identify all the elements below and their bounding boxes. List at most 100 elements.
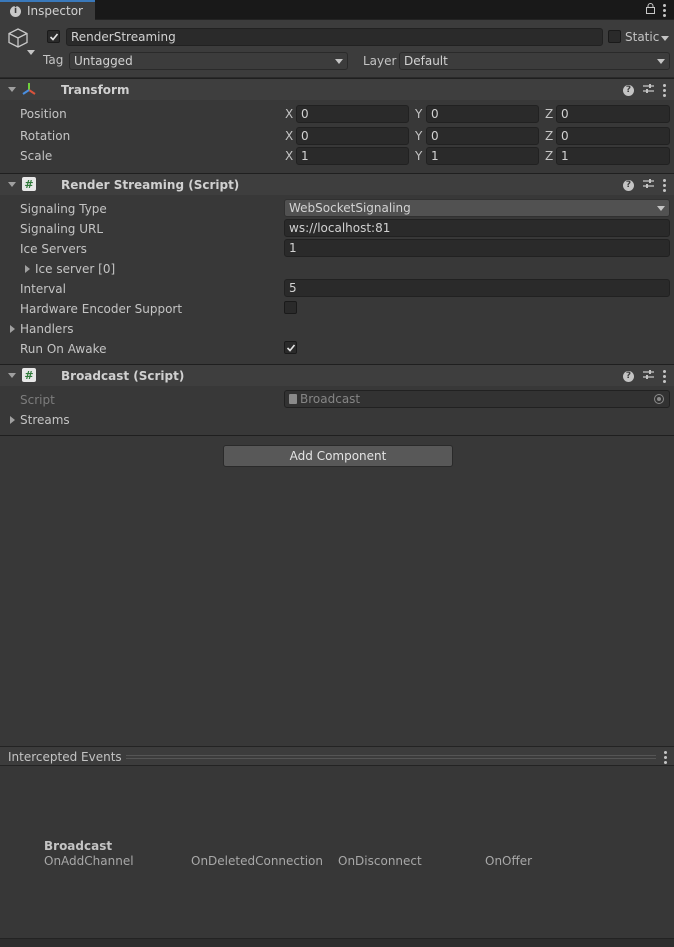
intercepted-events-body: Broadcast OnAddChannel OnDeletedConnecti… [0,766,674,938]
hw-encoder-label: Hardware Encoder Support [20,302,183,316]
script-icon: # [22,368,36,382]
foldout-arrow-icon[interactable] [8,182,16,187]
rotation-label: Rotation [20,129,71,143]
object-header: RenderStreaming Static Tag Untagged Laye… [0,20,674,78]
chevron-down-icon [657,58,665,64]
handlers-label[interactable]: Handlers [20,322,74,336]
object-name-field[interactable]: RenderStreaming [66,28,603,46]
help-icon[interactable]: ? [623,370,634,382]
static-dropdown-caret[interactable] [661,36,669,41]
layer-label: Layer [363,54,397,68]
ice-servers-label[interactable]: Ice Servers [20,242,87,256]
tag-dropdown[interactable]: Untagged [69,52,348,70]
intercepted-events-header: Intercepted Events [0,746,674,766]
layer-dropdown[interactable]: Default [399,52,670,70]
event-item: OnDisconnect [338,854,422,868]
position-y-axis[interactable]: Y [415,107,422,121]
position-label: Position [20,107,67,121]
signaling-type-dropdown[interactable]: WebSocketSignaling [284,199,670,217]
foldout-arrow-icon[interactable] [8,373,16,378]
scale-x-field[interactable]: 1 [296,147,409,165]
component-menu-icon[interactable] [663,369,666,383]
streams-label[interactable]: Streams [20,413,70,427]
foldout-arrow-icon[interactable] [10,325,15,333]
position-x-field[interactable]: 0 [296,105,409,123]
broadcast-body: Script Broadcast Streams [0,386,674,435]
icon-dropdown-caret[interactable] [27,50,35,55]
events-group-name: Broadcast [44,839,113,853]
tab-inspector[interactable]: i Inspector [0,0,95,20]
scale-x-axis[interactable]: X [285,149,293,163]
rotation-z-axis[interactable]: Z [545,129,553,143]
interval-field[interactable]: 5 [284,279,670,297]
presets-icon[interactable] [643,369,654,383]
tab-bar: i Inspector [0,0,674,20]
script-icon: # [22,177,36,191]
render-streaming-title: Render Streaming (Script) [61,178,240,192]
presets-icon[interactable] [643,178,654,192]
info-icon: i [10,5,21,17]
add-component-button[interactable]: Add Component [223,445,453,467]
render-streaming-body: Signaling Type WebSocketSignaling Signal… [0,195,674,364]
foldout-arrow-icon[interactable] [8,87,16,92]
position-z-axis[interactable]: Z [545,107,553,121]
scale-z-field[interactable]: 1 [556,147,670,165]
broadcast-title: Broadcast (Script) [61,369,185,383]
script-object-field[interactable]: Broadcast [284,390,670,408]
position-z-field[interactable]: 0 [556,105,670,123]
tab-label: Inspector [27,4,83,18]
render-streaming-header[interactable]: # Render Streaming (Script) ? [0,173,674,195]
signaling-url-field[interactable]: ws://localhost:81 [284,219,670,237]
component-menu-icon[interactable] [663,178,666,192]
event-item: OnAddChannel [44,854,134,868]
bottom-bar [0,938,674,947]
rotation-x-axis[interactable]: X [285,129,293,143]
gameobject-icon[interactable] [7,27,29,52]
foldout-arrow-icon[interactable] [25,265,30,273]
tag-label: Tag [43,53,64,67]
position-x-axis[interactable]: X [285,107,293,121]
script-object-value: Broadcast [300,392,361,406]
tab-menu-icon[interactable] [663,4,666,17]
event-item: OnDeletedConnection [191,854,323,868]
ice-server-item-label[interactable]: Ice server [0] [35,262,115,276]
broadcast-header[interactable]: # Broadcast (Script) ? [0,364,674,386]
foldout-arrow-icon[interactable] [10,416,15,424]
rotation-x-field[interactable]: 0 [296,127,409,145]
tag-value: Untagged [74,54,133,68]
presets-icon[interactable] [643,83,654,97]
help-icon[interactable]: ? [623,84,634,96]
signaling-url-label: Signaling URL [20,222,104,236]
run-on-awake-checkbox[interactable] [284,341,297,354]
run-on-awake-label: Run On Awake [20,342,107,356]
scale-z-axis[interactable]: Z [545,149,553,163]
render-streaming-controls: ? [623,178,666,192]
help-icon[interactable]: ? [623,179,634,191]
script-file-icon [289,394,297,404]
layer-value: Default [404,54,448,68]
lock-icon[interactable] [646,3,655,17]
active-checkbox[interactable] [47,30,60,43]
scale-label: Scale [20,149,53,163]
position-y-field[interactable]: 0 [426,105,539,123]
interval-label: Interval [20,282,66,296]
transform-body: Position X 0 Y 0 Z 0 Rotation X 0 Y 0 Z … [0,100,674,174]
transform-title: Transform [61,83,130,97]
scale-y-field[interactable]: 1 [426,147,539,165]
ice-servers-count-field[interactable]: 1 [284,239,670,257]
rotation-z-field[interactable]: 0 [556,127,670,145]
static-label[interactable]: Static [625,30,659,44]
header-grip [126,755,656,759]
events-menu-icon[interactable] [664,751,667,764]
components-divider [0,435,674,436]
hw-encoder-checkbox[interactable] [284,301,297,314]
script-label: Script [20,393,55,407]
static-checkbox[interactable] [608,30,621,43]
object-picker-icon[interactable] [654,394,664,404]
rotation-y-field[interactable]: 0 [426,127,539,145]
broadcast-controls: ? [623,369,666,383]
transform-header[interactable]: Transform ? [0,78,674,100]
rotation-y-axis[interactable]: Y [415,129,422,143]
scale-y-axis[interactable]: Y [415,149,422,163]
component-menu-icon[interactable] [663,83,666,97]
